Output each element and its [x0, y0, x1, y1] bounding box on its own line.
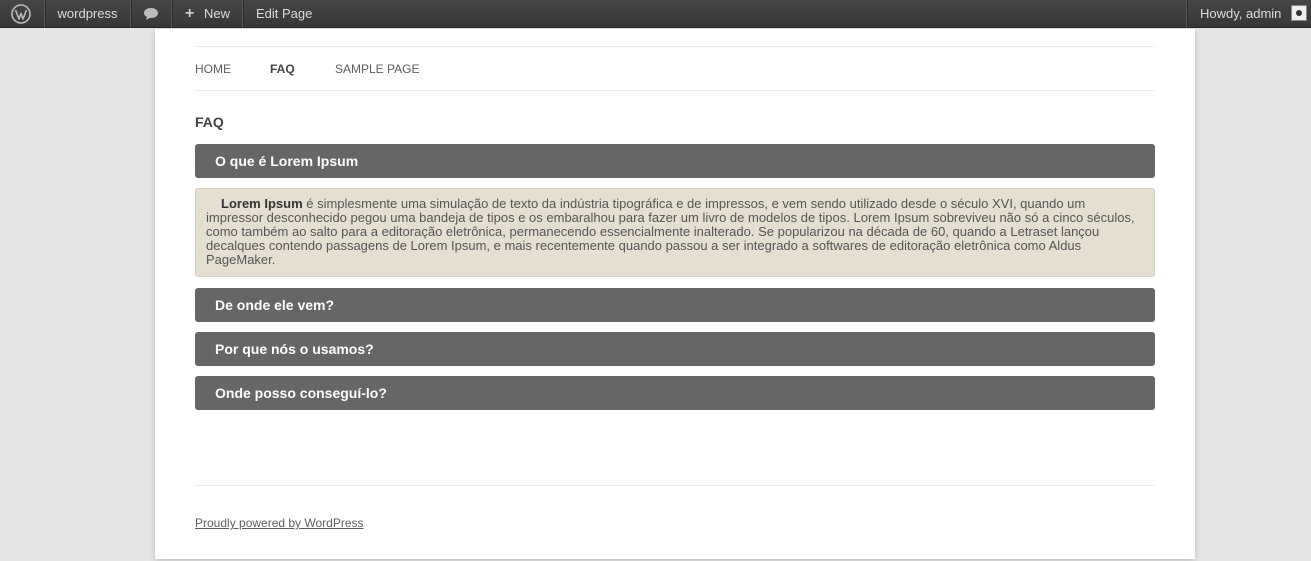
avatar-icon: [1291, 5, 1307, 21]
comments-button[interactable]: [131, 0, 171, 28]
nav-item-faq[interactable]: FAQ: [270, 62, 295, 76]
nav-item-sample-page[interactable]: SAMPLE PAGE: [335, 62, 419, 76]
nav-item-home[interactable]: HOME: [195, 62, 231, 76]
panel-body-text: é simplesmente uma simulação de texto da…: [206, 196, 1135, 267]
accordion-header-where-to-get-it[interactable]: Onde posso conseguí-lo?: [195, 376, 1155, 410]
howdy-label: Howdy, admin: [1200, 6, 1282, 21]
comment-bubble-icon: [144, 8, 158, 20]
account-menu[interactable]: Howdy, admin: [1186, 0, 1311, 28]
site-name-link[interactable]: wordpress: [45, 0, 130, 28]
page-title: FAQ: [195, 114, 224, 130]
footer-credit-link[interactable]: Proudly powered by WordPress: [195, 516, 364, 530]
new-content-button[interactable]: + New: [172, 0, 242, 28]
main-navigation: HOME FAQ SAMPLE PAGE: [195, 46, 1155, 91]
plus-icon: +: [185, 5, 195, 22]
admin-bar: wordpress + New Edit Page Howdy, admin: [0, 0, 1311, 28]
panel-lead-text: Lorem Ipsum: [221, 196, 303, 211]
wordpress-logo-icon: [11, 4, 31, 24]
accordion-header-what-is-lorem-ipsum[interactable]: O que é Lorem Ipsum: [195, 144, 1155, 178]
accordion-header-where-does-it-come-from[interactable]: De onde ele vem?: [195, 288, 1155, 322]
new-label: New: [204, 6, 231, 21]
accordion-panel: Lorem Ipsum é simplesmente uma simulação…: [195, 188, 1155, 277]
edit-page-link[interactable]: Edit Page: [243, 0, 328, 28]
footer-divider: [195, 485, 1155, 486]
page-container: HOME FAQ SAMPLE PAGE FAQ O que é Lorem I…: [155, 29, 1195, 559]
accordion-header-why-use-it[interactable]: Por que nós o usamos?: [195, 332, 1155, 366]
wordpress-logo-button[interactable]: [0, 0, 44, 28]
